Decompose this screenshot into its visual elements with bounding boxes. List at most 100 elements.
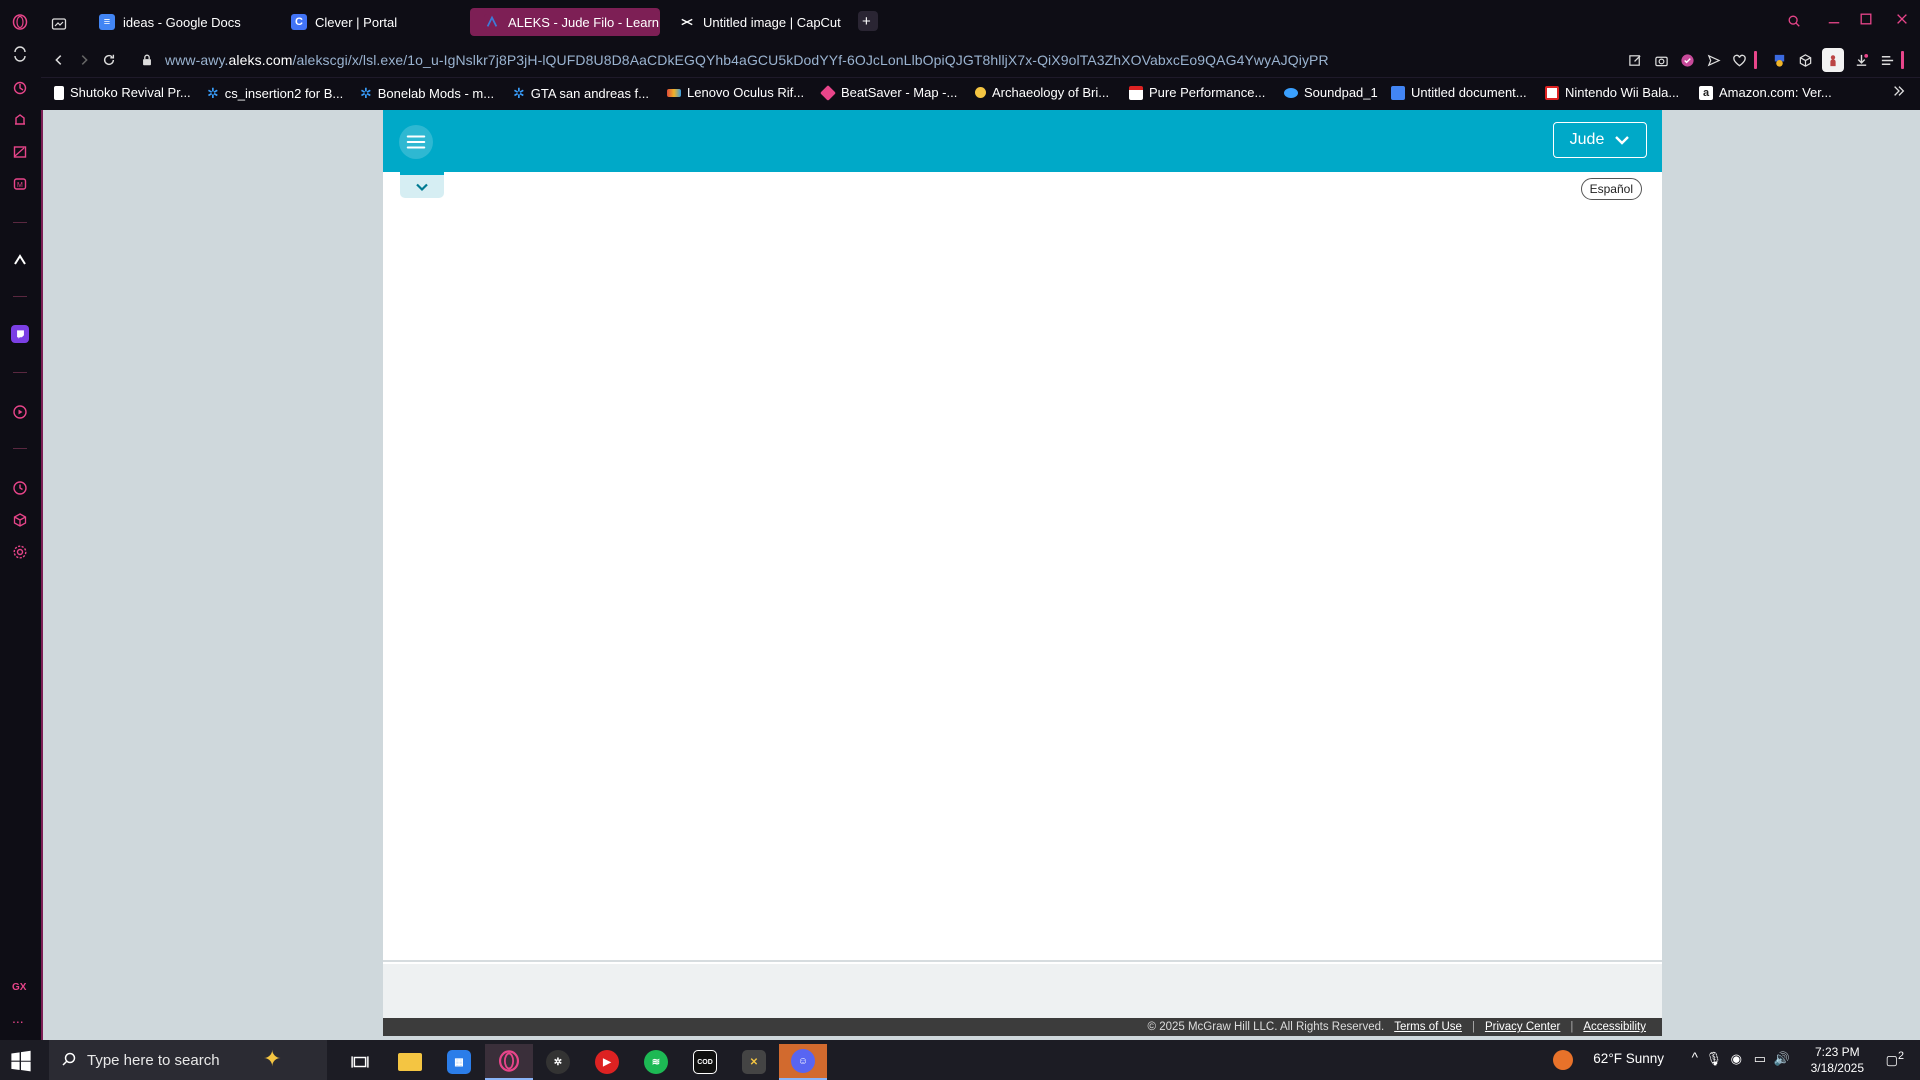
- gx-control-icon[interactable]: [8, 76, 32, 100]
- notifications-icon[interactable]: ▢2: [1886, 1050, 1904, 1068]
- extension-badge-icon[interactable]: [1770, 51, 1788, 69]
- page-footer: © 2025 McGraw Hill LLC. All Rights Reser…: [383, 1018, 1662, 1036]
- volume-icon[interactable]: 🔊: [1774, 1051, 1790, 1067]
- chevron-down-icon: [1615, 136, 1630, 145]
- bookmark-item[interactable]: BeatSaver - Map -...: [820, 84, 958, 101]
- aleks-shortcut-icon[interactable]: [8, 248, 32, 272]
- bookmark-item[interactable]: Soundpad_1: [1284, 85, 1378, 100]
- url-prefix: www-awy.: [165, 52, 229, 68]
- extensions-icon[interactable]: [1796, 51, 1814, 69]
- weather-text[interactable]: 62°F Sunny: [1593, 1051, 1664, 1066]
- discord-icon[interactable]: ☺: [779, 1044, 827, 1080]
- windows-taskbar: Type here to search ✦ ▦ ✲ ▶ ≋ COD ✕ ☺ 62…: [0, 1040, 1920, 1080]
- tab-aleks[interactable]: ALEKS - Jude Filo - Learn: [470, 8, 660, 36]
- forward-icon[interactable]: [74, 50, 94, 70]
- opera-gx-taskbar-icon[interactable]: [485, 1044, 533, 1080]
- windows-start-icon[interactable]: [10, 1050, 32, 1072]
- bookmark-label: Lenovo Oculus Rif...: [687, 85, 805, 100]
- bookmark-item[interactable]: ✲ GTA san andreas f...: [513, 85, 649, 102]
- microsoft-store-icon[interactable]: ▦: [435, 1044, 483, 1080]
- steam-vr-icon[interactable]: ✲: [534, 1044, 582, 1080]
- profile-avatar[interactable]: [1822, 48, 1844, 72]
- language-toggle-button[interactable]: Español: [1580, 178, 1642, 200]
- tray-chevron-up-icon[interactable]: ^: [1692, 1050, 1698, 1065]
- sidebar-separator: [13, 372, 27, 373]
- youtube-app-icon[interactable]: ▶: [583, 1044, 631, 1080]
- spotify-icon[interactable]: ≋: [632, 1044, 680, 1080]
- tab-title: ALEKS - Jude Filo - Learn: [508, 14, 660, 30]
- bookmark-item[interactable]: Nintendo Wii Bala...: [1545, 85, 1679, 100]
- gx-corner-icon[interactable]: [8, 108, 32, 132]
- tab-bar: ≡ ideas - Google Docs C Clever | Portal …: [41, 0, 1920, 42]
- main-content-area: [383, 172, 1662, 962]
- user-menu-button[interactable]: Jude: [1553, 122, 1647, 158]
- sidebar-more-icon[interactable]: ...: [12, 1010, 24, 1026]
- notification-count: 2: [1897, 1050, 1904, 1062]
- send-icon[interactable]: [1704, 51, 1722, 69]
- search-icon: [61, 1051, 79, 1069]
- reload-icon[interactable]: [99, 50, 119, 70]
- tab-overview-icon[interactable]: [47, 10, 73, 38]
- toolbar-divider: [1901, 51, 1904, 69]
- lenovo-flag-icon: [667, 88, 681, 97]
- bookmark-item[interactable]: Archaeology of Bri...: [975, 85, 1109, 100]
- url-field[interactable]: www-awy.aleks.com/alekscgi/x/lsl.exe/1o_…: [165, 52, 1329, 68]
- messenger-icon[interactable]: M: [8, 172, 32, 196]
- maximize-icon[interactable]: [1857, 10, 1875, 28]
- page-viewport: Jude Español © 2025 McGraw Hill LLC. All…: [41, 110, 1920, 1040]
- accessibility-link[interactable]: Accessibility: [1583, 1021, 1646, 1033]
- bookmark-label: BeatSaver - Map -...: [841, 85, 958, 100]
- bookmarks-overflow-icon[interactable]: [1892, 84, 1906, 98]
- call-of-duty-icon[interactable]: COD: [681, 1044, 729, 1080]
- easy-setup-icon[interactable]: [1878, 51, 1896, 69]
- vpn-shield-icon[interactable]: [1678, 51, 1696, 69]
- new-tab-button[interactable]: +: [858, 11, 878, 31]
- downloads-icon[interactable]: [1852, 51, 1870, 69]
- bookmark-item[interactable]: Pure Performance...: [1129, 85, 1265, 100]
- bookmark-item[interactable]: a Amazon.com: Ver...: [1699, 85, 1832, 100]
- pure-performance-icon: [1129, 85, 1143, 100]
- bookmark-item[interactable]: Untitled document...: [1391, 85, 1527, 100]
- bookmark-item[interactable]: Lenovo Oculus Rif...: [667, 85, 804, 100]
- taskbar-search-input[interactable]: Type here to search ✦: [49, 1040, 327, 1080]
- back-icon[interactable]: [49, 50, 69, 70]
- tab-google-docs[interactable]: ≡ ideas - Google Docs: [85, 8, 275, 36]
- lock-icon[interactable]: [137, 50, 157, 70]
- terms-of-use-link[interactable]: Terms of Use: [1394, 1021, 1462, 1033]
- menu-hamburger-icon[interactable]: [399, 125, 433, 159]
- taskbar-clock[interactable]: 7:23 PM 3/18/2025: [1811, 1044, 1864, 1076]
- capcut-icon: [679, 14, 695, 30]
- edit-page-icon[interactable]: [1626, 51, 1644, 69]
- webcam-icon[interactable]: ◉: [1731, 1051, 1742, 1067]
- opera-logo-icon[interactable]: [8, 10, 32, 34]
- task-view-icon[interactable]: [336, 1044, 384, 1080]
- settings-gear-icon[interactable]: [8, 540, 32, 564]
- minimize-icon[interactable]: [1825, 12, 1843, 30]
- calendar-icon[interactable]: [8, 140, 32, 164]
- tab-capcut[interactable]: Untitled image | CapCut: [665, 8, 855, 36]
- sync-icon[interactable]: [8, 42, 32, 66]
- privacy-center-link[interactable]: Privacy Center: [1485, 1021, 1560, 1033]
- tab-search-icon[interactable]: [1785, 12, 1803, 30]
- browser-sidebar: M GX ...: [0, 0, 41, 1040]
- game-launcher-icon[interactable]: ✕: [730, 1044, 778, 1080]
- collapse-toggle-button[interactable]: [400, 172, 444, 198]
- microphone-icon[interactable]: 🎙: [1705, 1051, 1722, 1067]
- camera-icon[interactable]: [1652, 51, 1670, 69]
- tab-clever[interactable]: C Clever | Portal: [277, 8, 467, 36]
- player-icon[interactable]: [8, 400, 32, 424]
- extensions-cube-icon[interactable]: [8, 508, 32, 532]
- bookmark-item[interactable]: Shutoko Revival Pr...: [54, 85, 191, 100]
- tab-title: Clever | Portal: [315, 14, 398, 30]
- network-icon[interactable]: ▭: [1754, 1051, 1766, 1067]
- heart-icon[interactable]: [1730, 51, 1748, 69]
- twitch-icon[interactable]: [8, 322, 32, 346]
- file-explorer-icon[interactable]: [386, 1044, 434, 1080]
- toolbar-divider: [1754, 51, 1757, 69]
- bookmark-item[interactable]: ✲ Bonelab Mods - m...: [360, 85, 494, 102]
- history-icon[interactable]: [8, 476, 32, 500]
- bookmark-label: Soundpad_1: [1304, 85, 1378, 100]
- bookmark-item[interactable]: ✲ cs_insertion2 for B...: [207, 85, 343, 102]
- bookmark-page-icon: [54, 85, 64, 100]
- close-icon[interactable]: [1893, 10, 1911, 28]
